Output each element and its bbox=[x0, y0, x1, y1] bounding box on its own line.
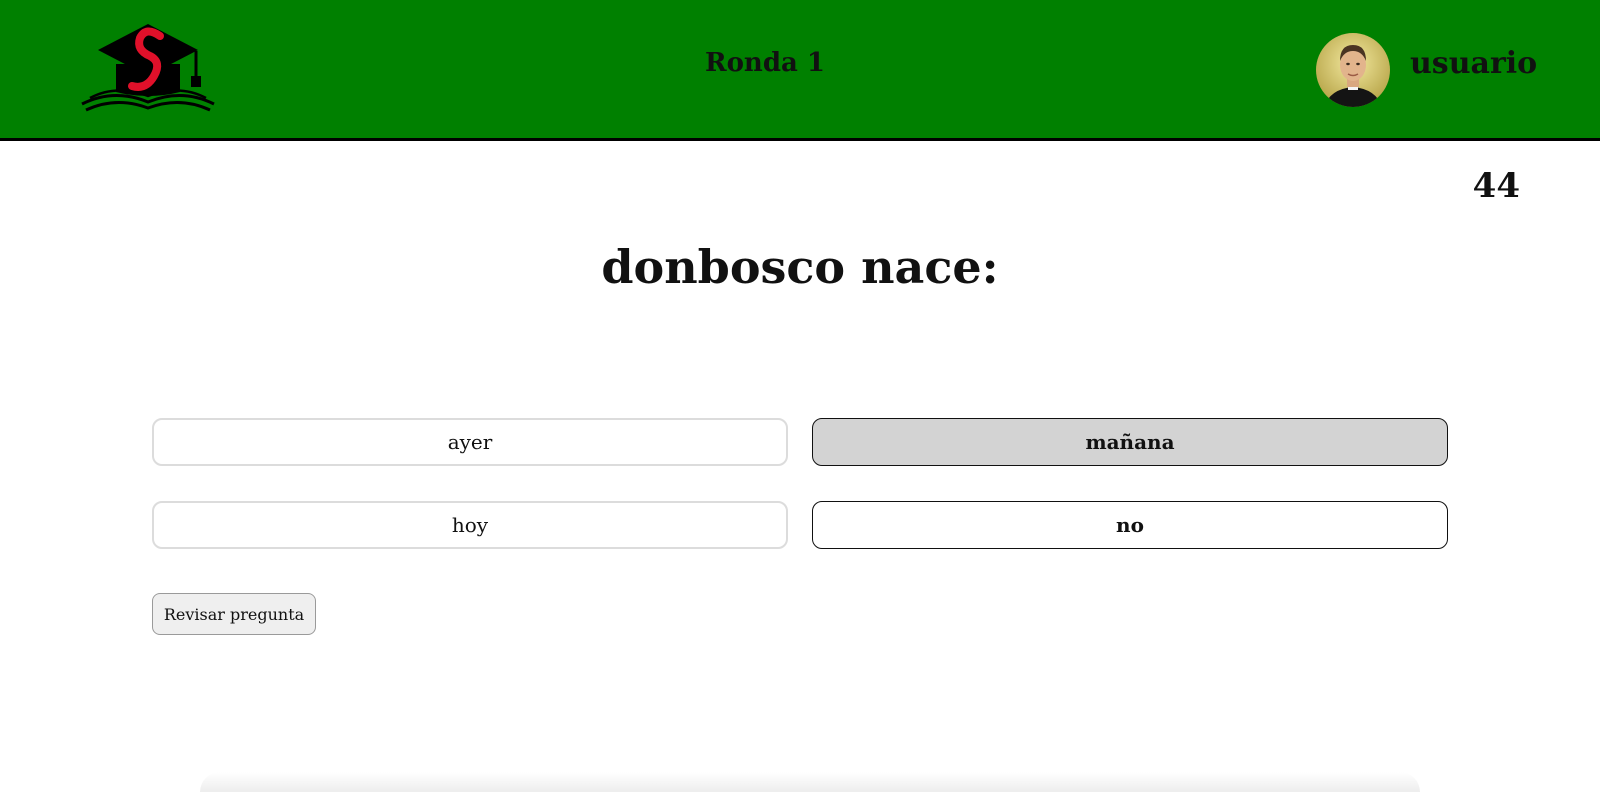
answer-option-hoy[interactable]: hoy bbox=[152, 501, 788, 549]
score-counter: 44 bbox=[1472, 166, 1520, 206]
answer-option-manana[interactable]: mañana bbox=[812, 418, 1448, 466]
round-title: Ronda 1 bbox=[704, 48, 826, 78]
question-text: donbosco nace: bbox=[601, 240, 999, 294]
answer-grid: ayer mañana hoy no bbox=[152, 418, 1448, 549]
user-avatar-icon bbox=[1316, 33, 1390, 107]
top-bar: Ronda 1 usuario bbox=[0, 0, 1600, 141]
bottom-panel-edge bbox=[200, 772, 1420, 792]
user-avatar[interactable] bbox=[1316, 33, 1390, 107]
answer-option-ayer[interactable]: ayer bbox=[152, 418, 788, 466]
answer-option-no[interactable]: no bbox=[812, 501, 1448, 549]
username-label[interactable]: usuario bbox=[1410, 46, 1537, 81]
review-question-button[interactable]: Revisar pregunta bbox=[152, 593, 316, 635]
